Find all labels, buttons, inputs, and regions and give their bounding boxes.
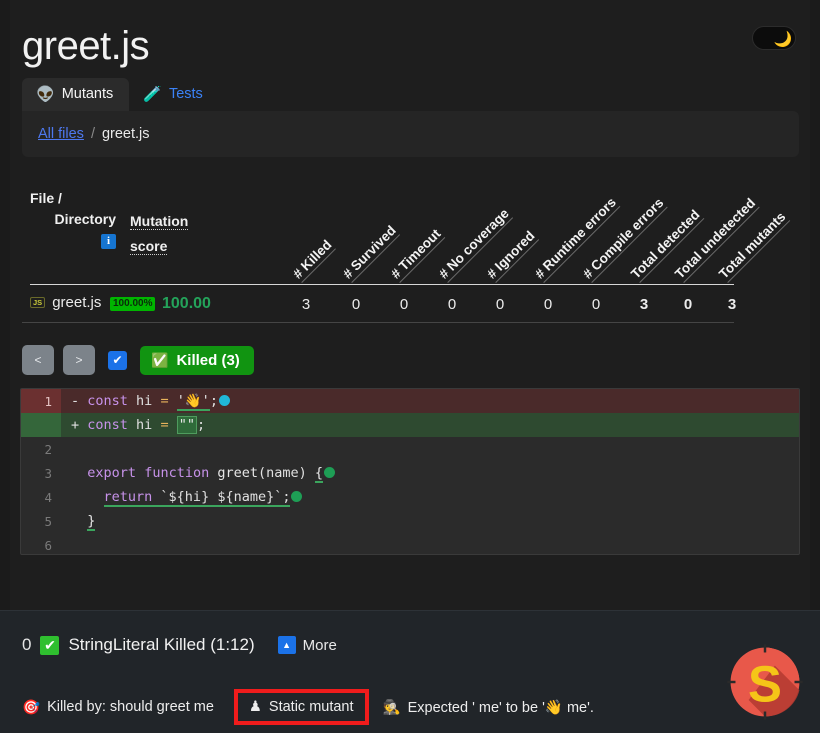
theme-toggle[interactable]: 🌙 (752, 26, 796, 50)
mutant-meta-item: 🎯 Killed by: should greet me (22, 699, 236, 716)
tab-mutants[interactable]: 👽 Mutants (22, 77, 130, 111)
static-mutant-badge[interactable]: ♟ Static mutant (233, 689, 369, 725)
title-row: greet.js 🌙 (12, 12, 808, 72)
tab-tests-label: Tests (168, 85, 203, 102)
filter-toolbar: < > ✔ ✅ Killed (3) (22, 345, 254, 375)
line-number: 2 (44, 441, 52, 457)
line-number: 5 (44, 513, 52, 529)
cell-value: 0 (591, 296, 601, 313)
check-box-icon: ✅ (151, 351, 169, 368)
cell-value: 3 (301, 296, 311, 313)
code-line: + const hi = ""; (21, 413, 799, 437)
check-icon: ✔ (40, 635, 60, 655)
mutant-detail-drawer: 0 ✔ StringLiteral Killed (1:12) ▲ More 🎯… (0, 610, 820, 733)
column-header-killed[interactable]: # Killed (289, 237, 336, 283)
alien-icon: 👽 (36, 85, 55, 103)
cell-value: 0 (447, 296, 457, 313)
filter-killed-label: Killed (3) (176, 351, 240, 369)
tab-bar: 👽 Mutants 🧪 Tests (22, 74, 219, 111)
code-line: 5 } (21, 509, 799, 533)
triangle-up-icon: ▲ (277, 636, 296, 654)
detective-icon: 🕵️ (382, 699, 401, 716)
code-text: } (87, 513, 96, 531)
mutant-marker-icon[interactable] (324, 467, 336, 478)
code-text: - const hi = '👋'; (61, 393, 230, 411)
line-number: 4 (44, 489, 52, 505)
breadcrumb-all-files[interactable]: All files (38, 126, 84, 142)
line-number: 3 (44, 465, 52, 481)
line-number (21, 413, 61, 437)
breadcrumb-separator: / (90, 126, 95, 142)
cell-value: 3 (639, 296, 649, 313)
select-all-checkbox[interactable]: ✔ (108, 350, 127, 370)
moon-icon: 🌙 (773, 30, 793, 48)
column-header-runtime-errors[interactable]: # Runtime errors (531, 194, 621, 283)
cell-file: JS greet.js (30, 294, 101, 311)
table-body: JS greet.js 100.00% 100.00 3 0 0 0 0 0 0 3 0 3 (22, 285, 736, 323)
filter-killed-button[interactable]: ✅ Killed (3) (140, 345, 254, 375)
column-header-mutation-score[interactable]: Mutation score (130, 209, 206, 259)
cell-value: 0 (543, 296, 553, 313)
mutant-meta-item: 🕵️ Expected ' me' to be '👋 me'. (383, 699, 616, 716)
next-mutant-button[interactable]: > (63, 345, 95, 375)
code-line: 3 export function greet(name) { (21, 461, 799, 485)
mutant-meta-label: Static mutant (268, 699, 354, 715)
tab-mutants-label: Mutants (61, 85, 114, 102)
test-tube-icon: 🧪 (143, 85, 162, 103)
cell-value: 3 (727, 296, 737, 313)
mutant-meta-row: 🎯 Killed by: should greet me ♟ Static mutan… (22, 689, 616, 725)
code-line: 4 return `${hi} ${name}`; (21, 485, 799, 509)
line-number: 1 (21, 389, 61, 413)
mutant-index: 0 (22, 635, 32, 654)
mutant-headline: StringLiteral Killed (1:12) (68, 635, 255, 654)
target-icon: 🎯 (22, 699, 41, 716)
stryker-logo: S (727, 644, 803, 720)
info-icon[interactable]: i (101, 233, 116, 249)
prev-mutant-button[interactable]: < (22, 345, 54, 375)
more-button[interactable]: ▲ More (277, 636, 337, 654)
score-badge: 100.00% (110, 297, 156, 311)
code-text: export function greet(name) { (61, 465, 336, 483)
column-header-file: File / Directory i (30, 190, 116, 249)
mutant-meta-label: Killed by: should greet me (47, 699, 214, 715)
breadcrumb-current: greet.js (101, 126, 150, 142)
file-name: greet.js (52, 294, 102, 311)
code-text: + const hi = ""; (71, 416, 206, 434)
breadcrumb: All files / greet.js (22, 111, 799, 157)
table-row[interactable]: JS greet.js 100.00% 100.00 3 0 0 0 0 0 0 3 0 3 (22, 285, 736, 323)
score-value: 100.00 (162, 295, 211, 312)
more-label: More (302, 636, 337, 654)
code-text: return `${hi} ${name}`; (61, 489, 303, 507)
code-line: 2 (21, 437, 799, 461)
svg-text:S: S (748, 656, 782, 713)
cell-value: 0 (399, 296, 409, 313)
chess-pawn-icon: ♟ (248, 699, 262, 715)
mutant-marker-icon[interactable] (218, 395, 230, 406)
app-root: greet.js 🌙 👽 Mutants 🧪 Tests All files /… (0, 0, 820, 733)
code-line: 1- const hi = '👋'; (21, 389, 799, 413)
page-title: greet.js (22, 24, 150, 68)
cell-value: 0 (351, 296, 361, 313)
metrics-table: File / Directory i Mutation score # Kill… (22, 178, 790, 323)
mutant-headline-row: 0 ✔ StringLiteral Killed (1:12) ▲ More (22, 635, 337, 655)
mutant-marker-icon[interactable] (291, 491, 303, 502)
cell-value: 0 (495, 296, 505, 313)
code-viewer[interactable]: 1- const hi = '👋'; + const hi = ""; 2 3 exp… (20, 388, 800, 555)
table-header: File / Directory i Mutation score # Kill… (22, 178, 790, 285)
tab-tests[interactable]: 🧪 Tests (129, 78, 219, 112)
line-number: 6 (44, 537, 52, 553)
mutant-meta-label: Expected ' me' to be '👋 me'. (407, 699, 594, 716)
cell-value: 0 (683, 296, 693, 313)
code-line: 6 (21, 533, 799, 554)
js-file-icon: JS (30, 296, 46, 309)
